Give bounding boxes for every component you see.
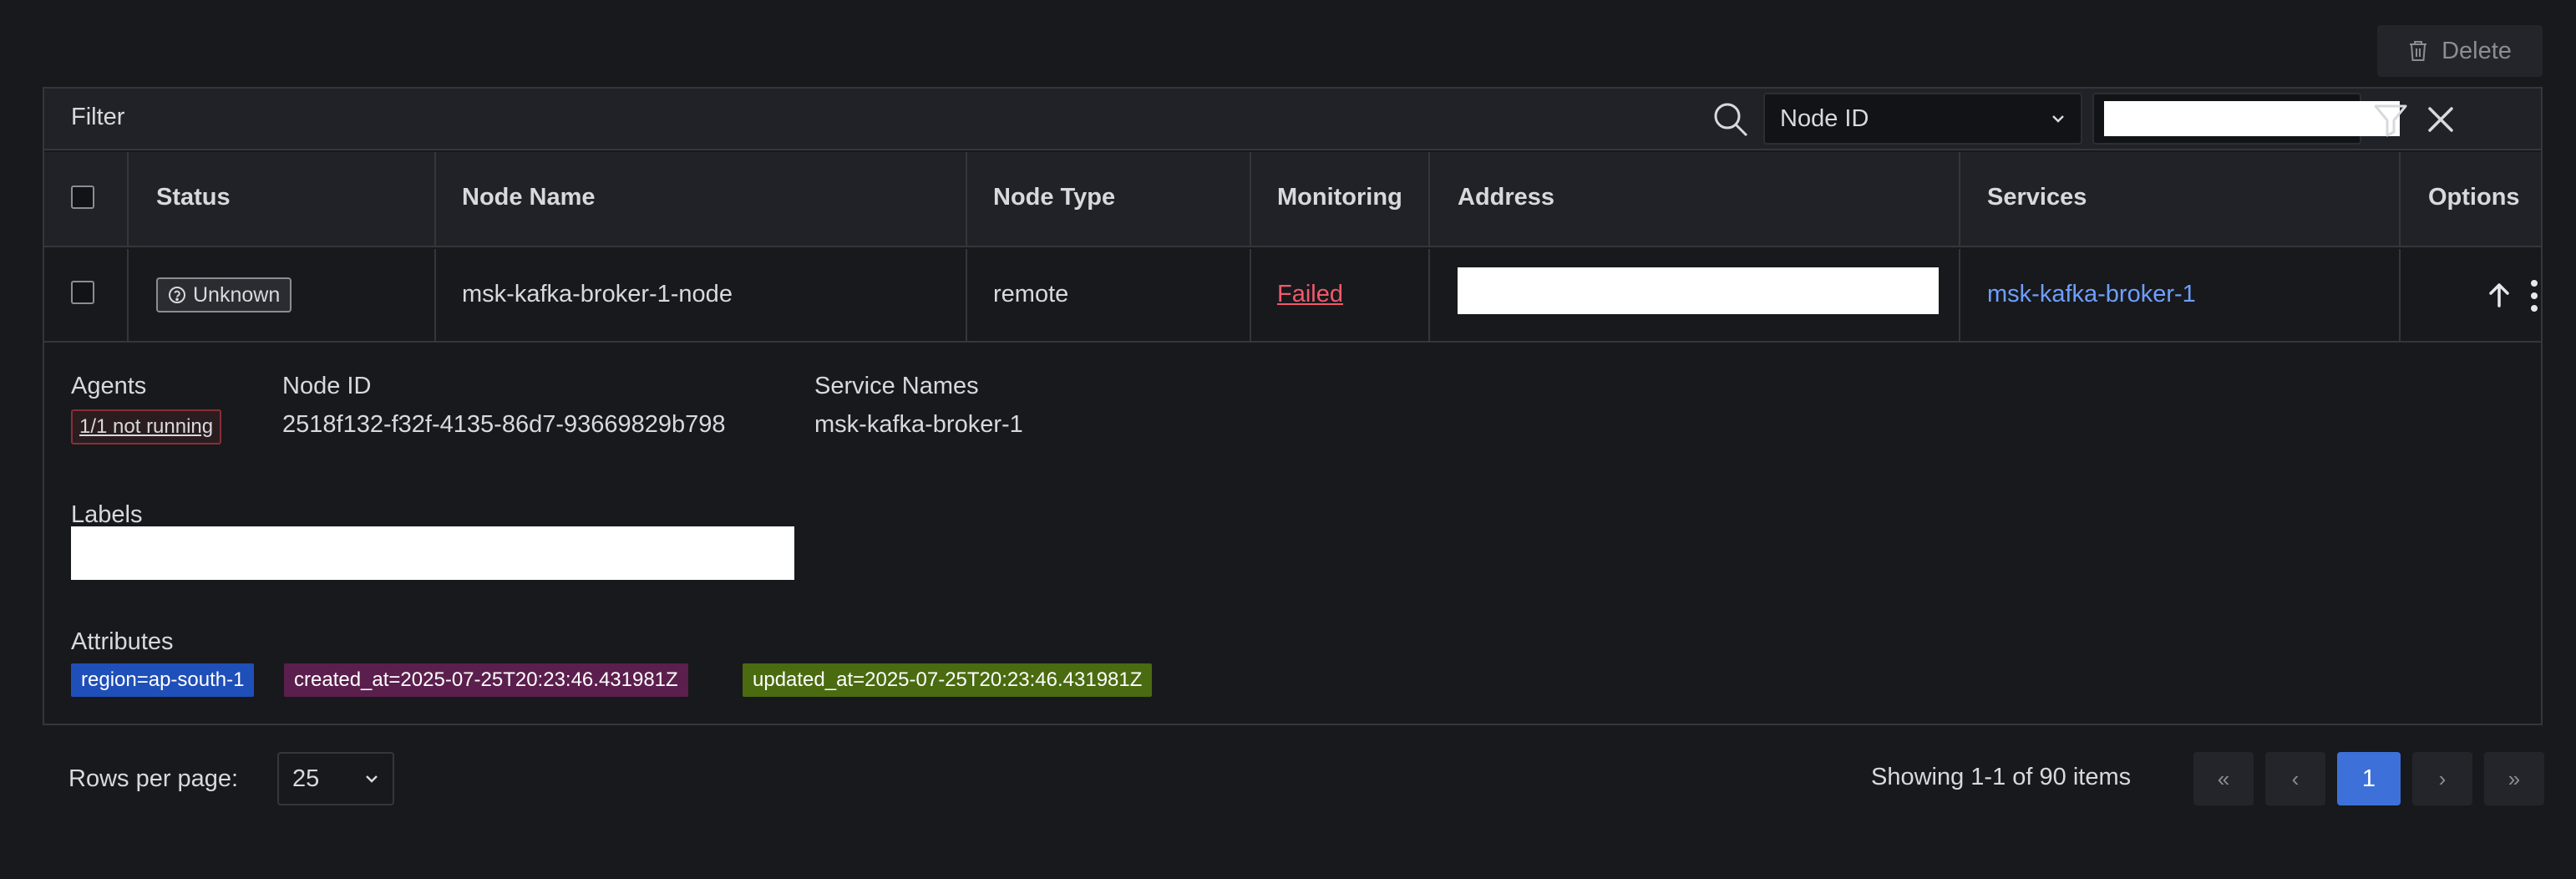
filter-field-select-value: Node ID: [1780, 104, 1869, 132]
pagination-summary: Showing 1-1 of 90 items: [1871, 764, 2132, 790]
column-divider: [1428, 152, 1430, 247]
row-select-checkbox[interactable]: [71, 281, 94, 304]
attributes-label: Attributes: [71, 628, 174, 655]
column-divider: [2399, 249, 2401, 343]
column-divider: [1959, 152, 1960, 247]
close-icon[interactable]: [2425, 104, 2457, 135]
filter-funnel-icon[interactable]: [2371, 100, 2410, 139]
service-names-link[interactable]: msk-kafka-broker-1: [814, 411, 1023, 439]
column-divider: [127, 152, 129, 247]
rows-per-page-value: 25: [292, 765, 320, 792]
status-badge: Unknown: [156, 277, 292, 312]
monitoring-failed-link[interactable]: Failed: [1277, 281, 1343, 308]
header-options: Options: [2428, 184, 2520, 211]
column-divider: [434, 249, 436, 343]
filter-bar: Filter Node ID: [44, 89, 2541, 150]
cell-node-type: remote: [993, 281, 1069, 307]
header-status[interactable]: Status: [156, 184, 231, 211]
agents-label: Agents: [71, 373, 147, 399]
column-divider: [966, 152, 967, 247]
status-badge-label: Unknown: [193, 282, 281, 307]
header-services[interactable]: Services: [1987, 184, 2087, 211]
node-id-value: 2518f132-f32f-4135-86d7-93669829b798: [282, 411, 726, 438]
last-page-button[interactable]: »: [2484, 752, 2544, 805]
filter-value-input[interactable]: [2092, 93, 2400, 145]
next-page-button[interactable]: ›: [2412, 752, 2472, 805]
filter-label: Filter: [71, 104, 125, 130]
first-page-button[interactable]: «: [2193, 752, 2254, 805]
address-redacted: [1458, 267, 1939, 314]
service-link[interactable]: msk-kafka-broker-1: [1987, 281, 2196, 308]
cell-node-name: msk-kafka-broker-1-node: [462, 281, 733, 307]
column-divider: [1250, 249, 1251, 343]
page-1-button[interactable]: 1: [2337, 752, 2401, 805]
table-header-row: Status Node Name Node Type Monitoring Ad…: [44, 152, 2541, 247]
column-divider: [1428, 249, 1430, 343]
labels-redacted: [71, 526, 794, 580]
column-divider: [2399, 152, 2401, 247]
column-divider: [966, 249, 967, 343]
rows-per-page-select[interactable]: 25: [277, 752, 394, 805]
chevron-down-icon: [366, 775, 378, 783]
rows-per-page-label: Rows per page:: [68, 765, 239, 792]
previous-page-button[interactable]: ‹: [2265, 752, 2325, 805]
node-id-label: Node ID: [282, 373, 372, 399]
header-monitoring[interactable]: Monitoring: [1277, 184, 1402, 211]
attribute-tag-region: region=ap-south-1: [71, 663, 255, 697]
column-divider: [434, 152, 436, 247]
column-divider: [127, 249, 129, 343]
question-circle-icon: [169, 287, 185, 303]
service-names-label: Service Names: [814, 373, 979, 399]
header-address[interactable]: Address: [1458, 184, 1554, 211]
search-icon[interactable]: [1711, 100, 1750, 139]
labels-label: Labels: [71, 501, 143, 528]
trash-icon: [2410, 41, 2427, 61]
more-options-icon[interactable]: [2528, 279, 2540, 312]
select-all-checkbox[interactable]: [71, 185, 94, 209]
column-divider: [1959, 249, 1960, 343]
header-node-type[interactable]: Node Type: [993, 184, 1115, 211]
filter-value-redacted: [2104, 101, 2400, 136]
attribute-tag-created-at: created_at=2025-07-25T20:23:46.431981Z: [284, 663, 688, 697]
agents-status-badge[interactable]: 1/1 not running: [71, 409, 222, 445]
delete-button[interactable]: Delete: [2377, 25, 2543, 77]
table-row[interactable]: Unknown msk-kafka-broker-1-node remote F…: [44, 249, 2541, 343]
attribute-tag-updated-at: updated_at=2025-07-25T20:23:46.431981Z: [743, 663, 1153, 697]
filter-field-select[interactable]: Node ID: [1763, 93, 2082, 145]
delete-button-label: Delete: [2442, 37, 2512, 64]
chevron-down-icon: [2052, 115, 2064, 123]
header-node-name[interactable]: Node Name: [462, 184, 596, 211]
column-divider: [1250, 152, 1251, 247]
arrow-up-icon[interactable]: [2487, 281, 2512, 309]
inventory-panel: Filter Node ID Status Node Name Node Typ…: [43, 87, 2543, 725]
